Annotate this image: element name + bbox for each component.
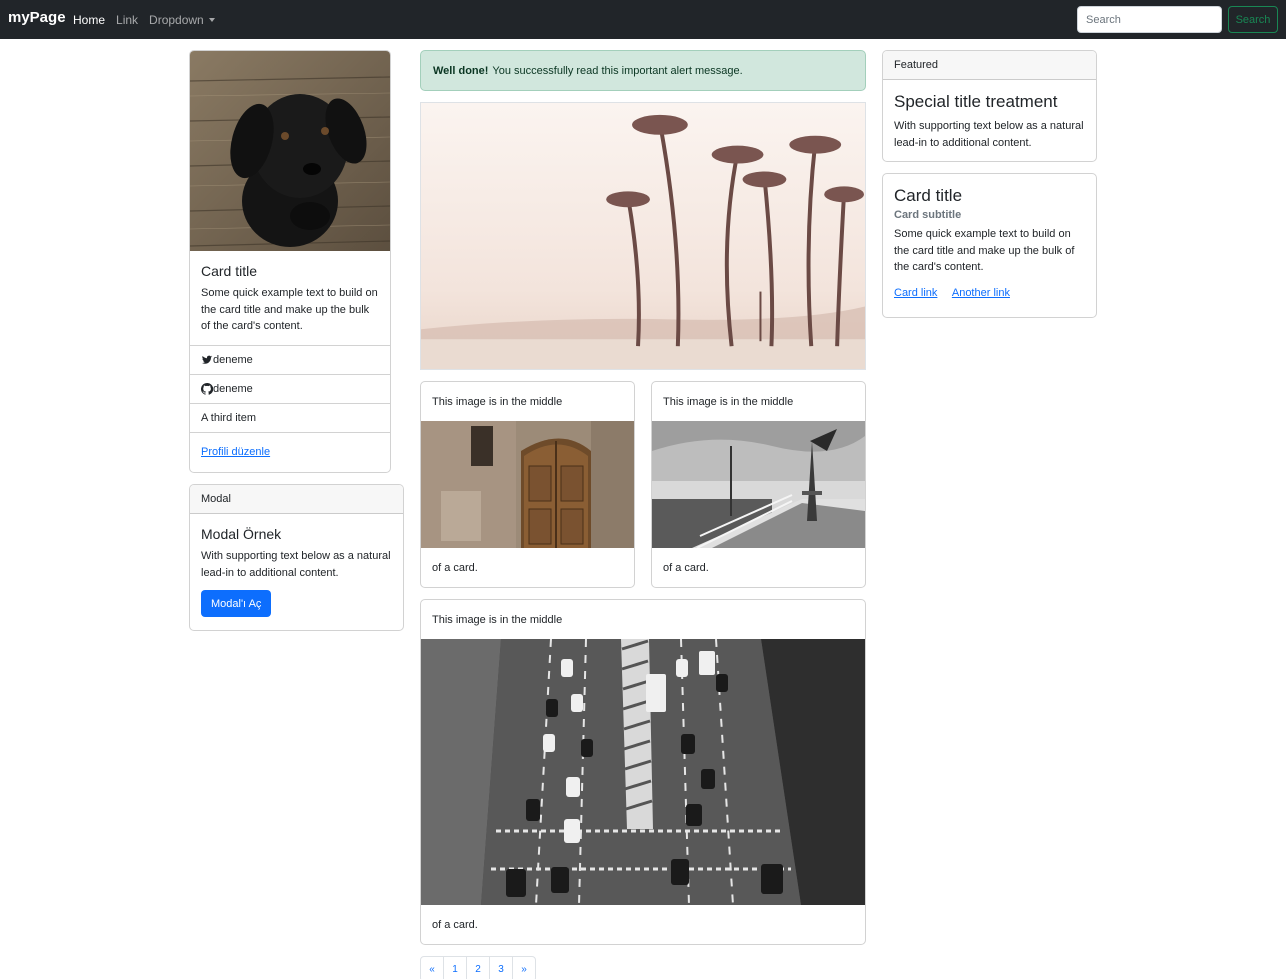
profile-card-body: Card title Some quick example text to bu… xyxy=(190,251,390,345)
image-card-header-text: This image is in the middle xyxy=(432,613,563,626)
page-1-link[interactable]: 1 xyxy=(443,956,467,979)
featured-card-text: With supporting text below as a natural … xyxy=(894,120,1084,149)
page-next-link[interactable]: » xyxy=(512,956,536,979)
image-card-door: This image is in the middle of a card. xyxy=(420,381,635,588)
page-2-link[interactable]: 2 xyxy=(466,956,490,979)
brand-link[interactable]: myPage xyxy=(8,9,66,26)
image-card-header-text: This image is in the middle xyxy=(663,395,794,408)
image-card-traffic: This image is in the middle of a card. xyxy=(420,599,866,945)
github-icon xyxy=(201,382,213,395)
page-prev-link[interactable]: « xyxy=(420,956,444,979)
featured-card-header: Featured xyxy=(883,51,1096,80)
nav-home-link[interactable]: Home xyxy=(73,13,105,27)
navbar: myPage Home Link Dropdown Search xyxy=(0,0,1286,39)
modal-card: Modal Modal Örnek With supporting text b… xyxy=(189,484,404,631)
third-item-label: A third item xyxy=(201,411,257,424)
modal-card-title: Modal Örnek xyxy=(201,526,282,542)
card-subtitle: Card subtitle xyxy=(894,209,962,221)
card-link[interactable]: Card link xyxy=(894,287,937,299)
nav-links: Home Link Dropdown xyxy=(73,13,226,27)
nav-link-link[interactable]: Link xyxy=(116,13,138,27)
profile-card-footer: Profili düzenle xyxy=(190,431,390,471)
modal-card-body: Modal Örnek With supporting text below a… xyxy=(190,514,403,629)
old-wooden-door-photo xyxy=(421,421,634,548)
palm-trees-beach-photo xyxy=(420,102,866,370)
profile-card: Card title Some quick example text to bu… xyxy=(189,50,391,473)
dropdown-label: Dropdown xyxy=(149,13,204,27)
github-label: deneme xyxy=(213,382,253,395)
profile-card-title: Card title xyxy=(201,263,258,279)
image-card-header-text: This image is in the middle xyxy=(432,395,563,408)
caret-down-icon xyxy=(208,18,215,22)
subtitle-card-title: Card title xyxy=(894,186,963,205)
black-puppy-photo xyxy=(190,51,390,251)
subtitle-card-body: Card title Card subtitle Some quick exam… xyxy=(883,174,1096,311)
modal-card-text: With supporting text below as a natural … xyxy=(201,550,391,579)
subtitle-card-text: Some quick example text to build on the … xyxy=(894,228,1075,273)
nav-dropdown-toggle[interactable]: Dropdown xyxy=(149,13,215,27)
twitter-icon xyxy=(201,355,213,364)
subtitle-card: Card title Card subtitle Some quick exam… xyxy=(882,173,1097,318)
list-item-twitter: deneme xyxy=(190,344,390,374)
image-card-footer: of a card. xyxy=(652,548,865,587)
image-card-footer-text: of a card. xyxy=(663,561,709,574)
profile-card-text: Some quick example text to build on the … xyxy=(201,287,378,332)
edit-profile-link[interactable]: Profili düzenle xyxy=(201,446,270,458)
image-card-footer: of a card. xyxy=(421,548,634,587)
success-alert: Well done! You successfully read this im… xyxy=(420,50,866,91)
search-button[interactable]: Search xyxy=(1228,6,1278,33)
image-card-header: This image is in the middle xyxy=(421,382,634,421)
modal-card-header: Modal xyxy=(190,485,403,514)
image-card-footer-text: of a card. xyxy=(432,918,478,931)
search-input[interactable] xyxy=(1077,6,1222,33)
list-item-github: deneme xyxy=(190,373,390,403)
twitter-label: deneme xyxy=(213,353,253,366)
image-card-header: This image is in the middle xyxy=(652,382,865,421)
pagination: « 1 2 3 » xyxy=(420,956,536,979)
featured-card-title: Special title treatment xyxy=(894,92,1058,111)
featured-card: Featured Special title treatment With su… xyxy=(882,50,1097,162)
another-link[interactable]: Another link xyxy=(952,287,1010,299)
open-modal-button[interactable]: Modal'ı Aç xyxy=(201,590,272,617)
image-card-header: This image is in the middle xyxy=(421,600,865,639)
page-3-link[interactable]: 3 xyxy=(489,956,513,979)
image-card-footer: of a card. xyxy=(421,905,865,944)
city-traffic-road-photo xyxy=(421,639,865,905)
image-card-pier: This image is in the middle of a card. xyxy=(651,381,866,588)
alert-text: You successfully read this important ale… xyxy=(492,64,743,77)
list-item-third: A third item xyxy=(190,402,390,432)
image-card-footer-text: of a card. xyxy=(432,561,478,574)
alert-strong: Well done! xyxy=(433,64,489,77)
pier-lighthouse-photo xyxy=(652,421,865,548)
featured-card-body: Special title treatment With supporting … xyxy=(883,80,1096,161)
